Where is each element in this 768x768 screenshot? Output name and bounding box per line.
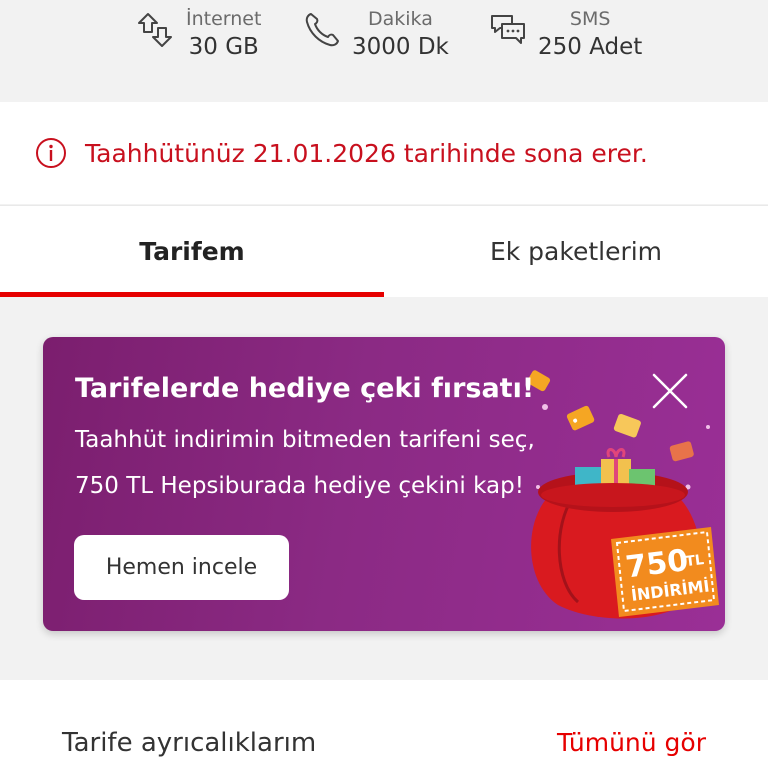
commitment-notice: Taahhütünüz 21.01.2026 tarihinde sona er… <box>0 102 768 204</box>
usage-sms: SMS 250 Adet <box>488 6 642 62</box>
usage-summary: İnternet 30 GB Dakika 3000 Dk SMS 250 Ad… <box>0 0 768 100</box>
phone-icon <box>305 13 339 47</box>
banner-description-line: Taahhüt indirimin bitmeden tarifeni seç, <box>75 427 535 453</box>
promo-banner[interactable]: 750 TL İNDİRİMİ Tarifelerde hediye çeki … <box>43 337 725 631</box>
see-all-link[interactable]: Tümünü gör <box>557 728 706 757</box>
info-icon <box>36 138 66 168</box>
active-tab-indicator <box>0 292 384 297</box>
tab-tarifem[interactable]: Tarifem <box>0 206 384 297</box>
section-title: Tarife ayrıcalıklarım <box>62 728 317 758</box>
banner-description-line: 750 TL Hepsiburada hediye çekini kap! <box>75 473 524 499</box>
usage-label: SMS <box>569 8 611 30</box>
usage-internet: İnternet 30 GB <box>136 6 261 62</box>
tab-ek-paketlerim[interactable]: Ek paketlerim <box>384 206 768 297</box>
hemen-incele-button[interactable]: Hemen incele <box>74 535 289 600</box>
banner-title: Tarifelerde hediye çeki fırsatı! <box>75 373 535 404</box>
notice-text: Taahhütünüz 21.01.2026 tarihinde sona er… <box>85 138 648 168</box>
tab-bar: Tarifem Ek paketlerim <box>0 205 768 297</box>
data-transfer-icon <box>138 13 172 47</box>
badge-unit: TL <box>685 552 705 570</box>
usage-label: Dakika <box>368 8 433 30</box>
usage-minutes: Dakika 3000 Dk <box>302 6 449 62</box>
usage-value: 3000 Dk <box>352 34 449 60</box>
usage-value: 250 Adet <box>538 34 643 60</box>
usage-value: 30 GB <box>188 34 259 60</box>
message-icon <box>491 15 525 44</box>
usage-label: İnternet <box>186 8 262 30</box>
tariff-benefits-section: Tarife ayrıcalıklarım Tümünü gör <box>0 680 768 768</box>
close-icon[interactable] <box>648 369 692 413</box>
